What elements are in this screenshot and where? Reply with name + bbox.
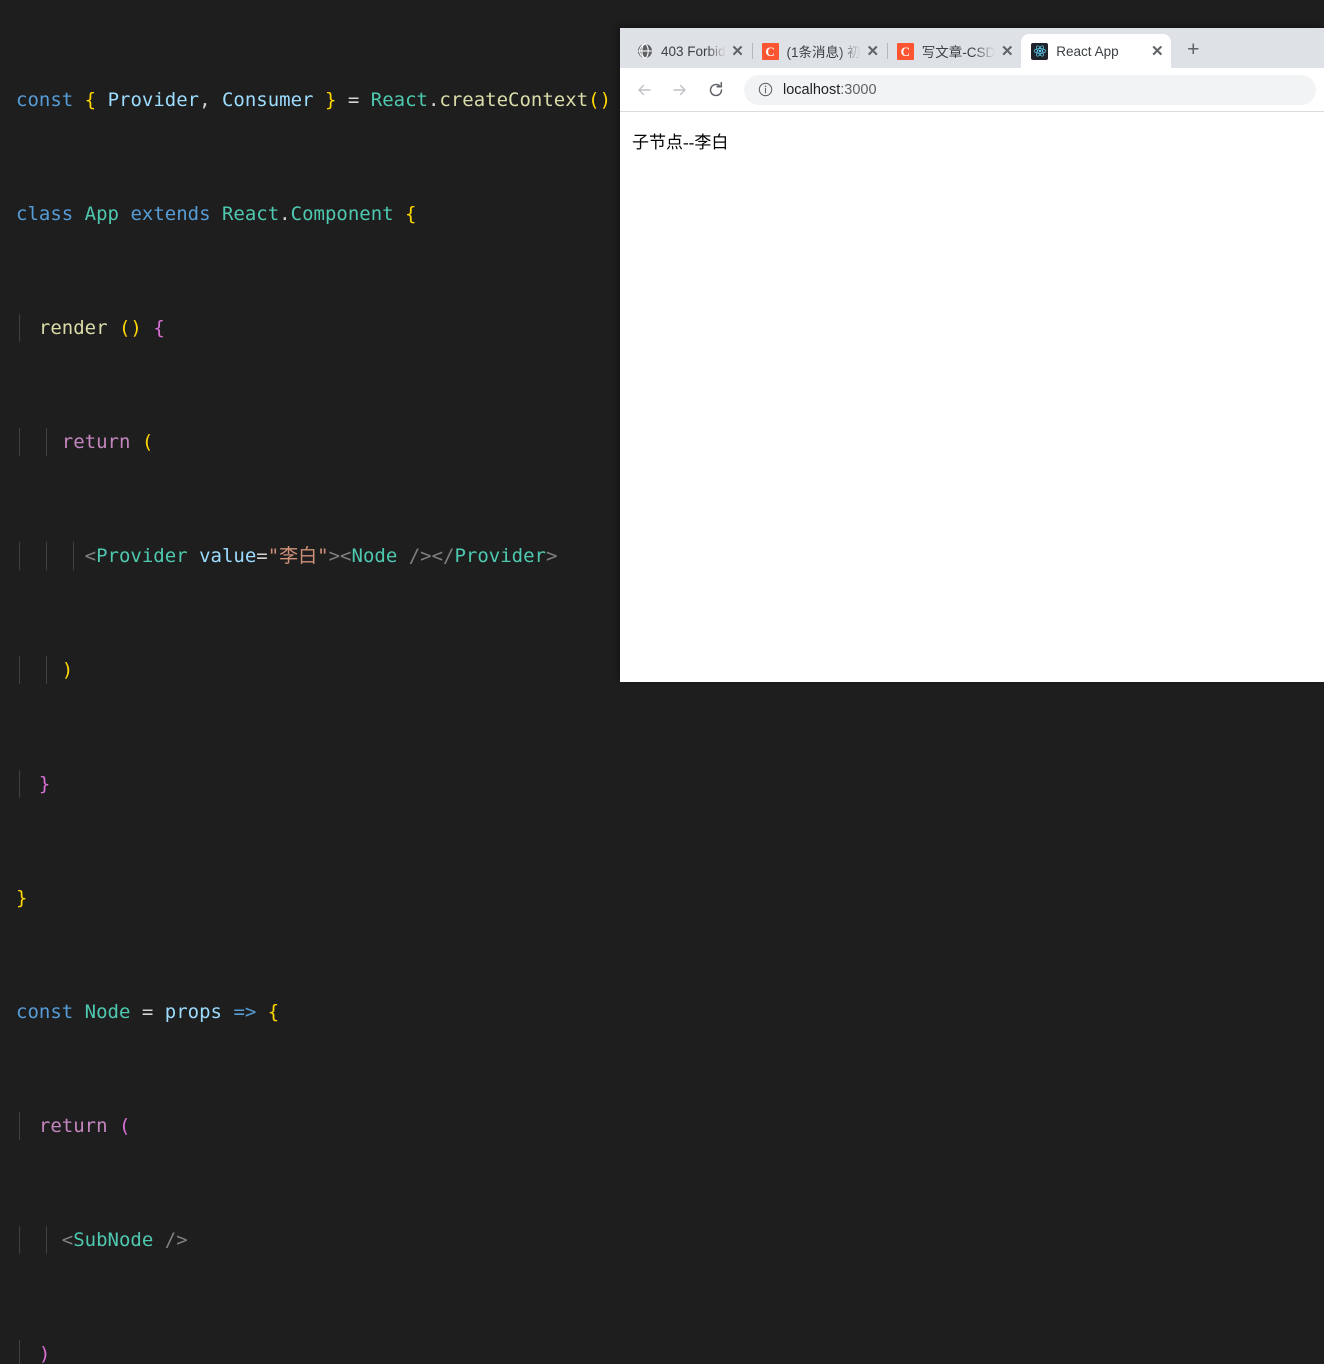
url-host: localhost — [783, 82, 840, 98]
code-line[interactable]: return ( — [0, 1112, 1324, 1141]
token-class-name: Component — [291, 203, 394, 225]
token-paren: ) — [62, 659, 73, 681]
browser-tab-csdn-message[interactable]: C (1条消息) 初 ✕ — [752, 34, 887, 68]
close-icon[interactable]: ✕ — [997, 41, 1017, 61]
reload-button[interactable] — [700, 74, 732, 106]
token-keyword: class — [16, 203, 73, 225]
indent-guide — [19, 770, 20, 799]
code-line[interactable]: const Node = props => { — [0, 998, 1324, 1027]
react-icon — [1031, 43, 1048, 60]
token-keyword: const — [16, 89, 73, 111]
token-brace: { — [268, 1001, 279, 1023]
token-object: React — [222, 203, 279, 225]
token-param: props — [165, 1001, 222, 1023]
token-jsx-bracket: /></ — [409, 545, 455, 567]
tab-strip: 403 Forbid ✕ C (1条消息) 初 ✕ C 写文章-CSD ✕ — [620, 28, 1324, 68]
close-icon[interactable]: ✕ — [1147, 41, 1167, 61]
csdn-letter: C — [897, 43, 914, 60]
token-jsx-bracket: >< — [329, 545, 352, 567]
csdn-icon: C — [897, 43, 914, 60]
indent-guide — [46, 428, 47, 457]
indent-guide — [73, 542, 74, 571]
react-logo — [1031, 43, 1048, 60]
token-identifier: Consumer — [222, 89, 314, 111]
back-button[interactable] — [628, 74, 660, 106]
token-brace: { — [85, 89, 96, 111]
token-operator: = — [256, 545, 267, 567]
token-jsx-tag: Node — [352, 545, 398, 567]
page-body-text: 子节点--李白 — [632, 133, 728, 152]
address-bar[interactable]: localhost:3000 — [744, 75, 1316, 105]
browser-tab-403-forbidden[interactable]: 403 Forbid ✕ — [626, 34, 752, 68]
indent-guide — [19, 1226, 20, 1255]
indent-guide — [19, 428, 20, 457]
token-paren: ( — [142, 431, 153, 453]
indent-guide — [46, 656, 47, 685]
indent-guide — [19, 656, 20, 685]
token-function: createContext — [439, 89, 588, 111]
token-jsx-tag: Provider — [96, 545, 188, 567]
close-icon[interactable]: ✕ — [863, 41, 883, 61]
token-paren: ( — [119, 1115, 130, 1137]
token-keyword: const — [16, 1001, 73, 1023]
csdn-icon: C — [762, 43, 779, 60]
globe-icon — [636, 43, 653, 60]
token-jsx-bracket: /> — [165, 1229, 188, 1251]
token-jsx-tag: Provider — [454, 545, 546, 567]
tab-title: 403 Forbid — [661, 44, 726, 59]
indent-guide — [46, 542, 47, 571]
code-line[interactable]: <SubNode /> — [0, 1226, 1324, 1255]
browser-tab-react-app[interactable]: React App ✕ — [1021, 34, 1171, 68]
token-comma: , — [199, 89, 210, 111]
token-dot: . — [279, 203, 290, 225]
tab-title: (1条消息) 初 — [787, 41, 861, 61]
token-jsx-tag: SubNode — [73, 1229, 153, 1251]
token-object: React — [371, 89, 428, 111]
forward-button[interactable] — [664, 74, 696, 106]
code-line[interactable]: } — [0, 884, 1324, 913]
token-method: render — [39, 317, 108, 339]
token-component-name: Node — [85, 1001, 131, 1023]
indent-guide — [19, 1112, 20, 1141]
code-line[interactable]: } — [0, 770, 1324, 799]
indent-guide — [19, 314, 20, 343]
token-keyword: extends — [130, 203, 210, 225]
token-paren: ) — [39, 1343, 50, 1364]
token-jsx-bracket: < — [62, 1229, 73, 1251]
token-jsx-attr: value — [199, 545, 256, 567]
token-operator: = — [348, 89, 359, 111]
token-jsx-bracket: < — [85, 545, 96, 567]
browser-tab-csdn-write[interactable]: C 写文章-CSD ✕ — [887, 34, 1022, 68]
new-tab-button[interactable]: + — [1177, 34, 1209, 66]
indent-guide — [46, 1226, 47, 1255]
browser-toolbar: localhost:3000 — [620, 68, 1324, 112]
tab-title: React App — [1056, 44, 1145, 59]
token-operator: = — [142, 1001, 153, 1023]
browser-window: 403 Forbid ✕ C (1条消息) 初 ✕ C 写文章-CSD ✕ — [620, 28, 1324, 682]
token-brace: { — [405, 203, 416, 225]
token-control: return — [39, 1115, 108, 1137]
token-arrow: => — [233, 1001, 256, 1023]
csdn-letter: C — [762, 43, 779, 60]
code-line[interactable]: ) — [0, 1340, 1324, 1364]
token-identifier: Provider — [108, 89, 200, 111]
token-control: return — [62, 431, 131, 453]
token-brace: } — [16, 887, 27, 909]
token-class-name: App — [85, 203, 119, 225]
indent-guide — [19, 1340, 20, 1364]
token-dot: . — [428, 89, 439, 111]
site-info-icon[interactable] — [756, 81, 774, 99]
token-string: "李白" — [268, 545, 329, 567]
token-brace: } — [39, 773, 50, 795]
token-brace: { — [153, 317, 164, 339]
token-paren: () — [119, 317, 142, 339]
tab-title: 写文章-CSD — [922, 41, 996, 61]
url-port: :3000 — [840, 82, 876, 98]
page-viewport: 子节点--李白 — [620, 112, 1324, 682]
token-jsx-bracket: > — [546, 545, 557, 567]
token-brace: } — [325, 89, 336, 111]
indent-guide — [19, 542, 20, 571]
token-paren: () — [588, 89, 611, 111]
close-icon[interactable]: ✕ — [728, 41, 748, 61]
